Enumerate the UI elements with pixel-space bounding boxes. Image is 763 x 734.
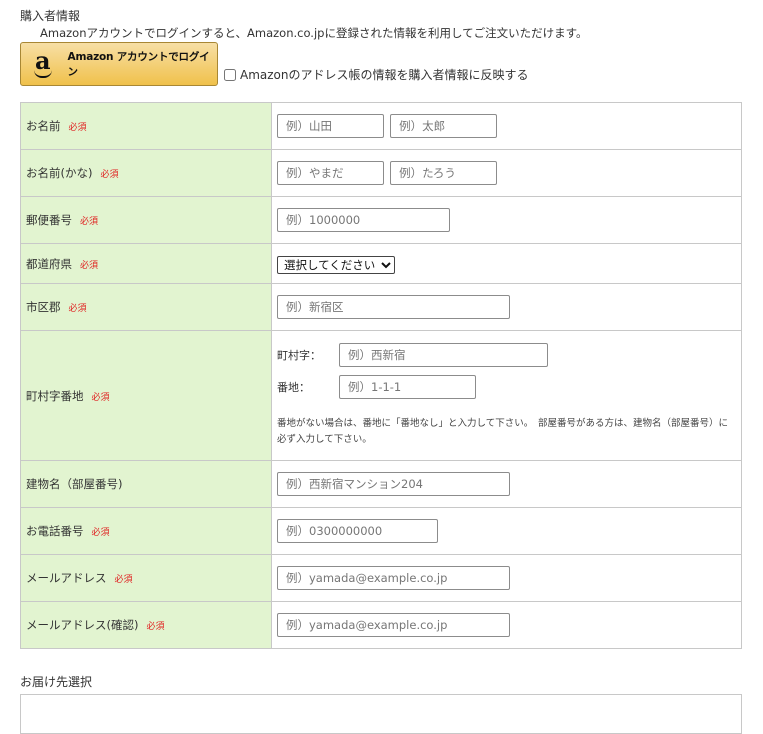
first-name-input[interactable] [390, 114, 498, 138]
required-badge: 必須 [100, 170, 119, 180]
purchaser-form-table: お名前必須 お名前(かな)必須 郵便番号必須 都道府県必須 選択してください [20, 102, 742, 649]
kana-label-cell: お名前(かな) 必須 [20, 149, 272, 197]
form-row-address: 町村字番地必須 町村字： 番地： 番地がない場合は、番地に「番地なし」と入力して… [20, 330, 742, 461]
address-hint: 番地がない場合は、番地に「番地なし」と入力して下さい。 部屋番号がある方は、建物… [277, 418, 728, 445]
phone-input[interactable] [277, 519, 438, 543]
amazon-login-button[interactable]: a Amazon アカウントでログイン [20, 42, 218, 86]
amazon-login-button-label: Amazon アカウントでログイン [67, 51, 210, 78]
name-label: お名前 [26, 119, 61, 133]
delivery-selection-box [20, 694, 742, 734]
city-label: 市区郡 [26, 300, 61, 314]
address-number-label: 番地： [277, 381, 310, 394]
zip-field-cell [271, 196, 742, 244]
phone-label: お電話番号 [26, 524, 84, 538]
building-field-cell [271, 460, 742, 508]
last-name-input[interactable] [277, 114, 384, 138]
required-badge: 必須 [146, 622, 165, 632]
required-badge: 必須 [80, 217, 99, 227]
form-row-name: お名前 必須 [20, 102, 742, 150]
email-confirm-label: メールアドレス(確認) [26, 618, 139, 632]
address-label: 町村字番地 [26, 388, 84, 403]
town-label: 町村字： [277, 349, 321, 362]
email-confirm-field-cell [271, 601, 742, 649]
reflect-address-option[interactable]: Amazonのアドレス帳の情報を購入者情報に反映する [224, 66, 529, 83]
building-label-cell: 建物名（部屋番号) [20, 460, 272, 508]
town-input[interactable] [339, 343, 548, 367]
last-name-kana-input[interactable] [277, 161, 384, 185]
required-badge: 必須 [68, 304, 87, 314]
required-badge: 必須 [91, 528, 110, 538]
kana-label: お名前(かな) [26, 166, 93, 180]
email-confirm-label-cell: メールアドレス(確認) 必須 [20, 601, 272, 649]
city-label-cell: 市区郡 必須 [20, 283, 272, 331]
city-input[interactable] [277, 295, 510, 319]
amazon-login-notice: Amazonアカウントでログインすると、Amazon.co.jpに登録された情報… [40, 26, 588, 40]
form-row-phone: お電話番号 必須 [20, 507, 742, 555]
zip-label: 郵便番号 [26, 213, 72, 227]
kana-field-cell [271, 149, 742, 197]
name-field-cell [271, 102, 742, 150]
city-field-cell [271, 283, 742, 331]
prefecture-select[interactable]: 選択してください [277, 255, 395, 274]
prefecture-field-cell: 選択してください [271, 243, 742, 284]
phone-label-cell: お電話番号 必須 [20, 507, 272, 555]
form-row-building: 建物名（部屋番号) [20, 460, 742, 508]
email-input[interactable] [277, 566, 510, 590]
form-row-zip: 郵便番号 必須 [20, 196, 742, 244]
address-field-cell: 町村字： 番地： 番地がない場合は、番地に「番地なし」と入力して下さい。 部屋番… [271, 330, 742, 461]
form-row-email-confirm: メールアドレス(確認) 必須 [20, 601, 742, 649]
email-confirm-input[interactable] [277, 613, 510, 637]
form-row-email: メールアドレス 必須 [20, 554, 742, 602]
form-row-prefecture: 都道府県 必須 選択してください [20, 243, 742, 284]
form-row-kana: お名前(かな) 必須 [20, 149, 742, 197]
reflect-address-checkbox[interactable] [224, 68, 236, 81]
building-label: 建物名（部屋番号) [26, 477, 123, 491]
email-field-cell [271, 554, 742, 602]
reflect-address-label: Amazonのアドレス帳の情報を購入者情報に反映する [240, 68, 529, 82]
prefecture-label: 都道府県 [26, 256, 72, 271]
building-input[interactable] [277, 472, 510, 496]
zip-label-cell: 郵便番号 必須 [20, 196, 272, 244]
prefecture-label-cell: 都道府県 必須 [20, 243, 272, 284]
required-badge: 必須 [114, 575, 133, 585]
first-name-kana-input[interactable] [390, 161, 498, 185]
delivery-section-title: お届け先選択 [20, 675, 93, 689]
form-row-city: 市区郡 必須 [20, 283, 742, 331]
required-badge: 必須 [80, 260, 99, 271]
purchaser-section-title: 購入者情報 [20, 9, 81, 23]
phone-field-cell [271, 507, 742, 555]
name-label-cell: お名前 必須 [20, 102, 272, 150]
amazon-logo-icon: a [30, 47, 56, 81]
email-label: メールアドレス [26, 571, 107, 585]
zip-input[interactable] [277, 208, 450, 232]
address-label-cell: 町村字番地 必須 [20, 330, 272, 461]
email-label-cell: メールアドレス 必須 [20, 554, 272, 602]
required-badge: 必須 [91, 392, 110, 403]
address-number-input[interactable] [339, 375, 476, 399]
required-badge: 必須 [68, 123, 87, 133]
